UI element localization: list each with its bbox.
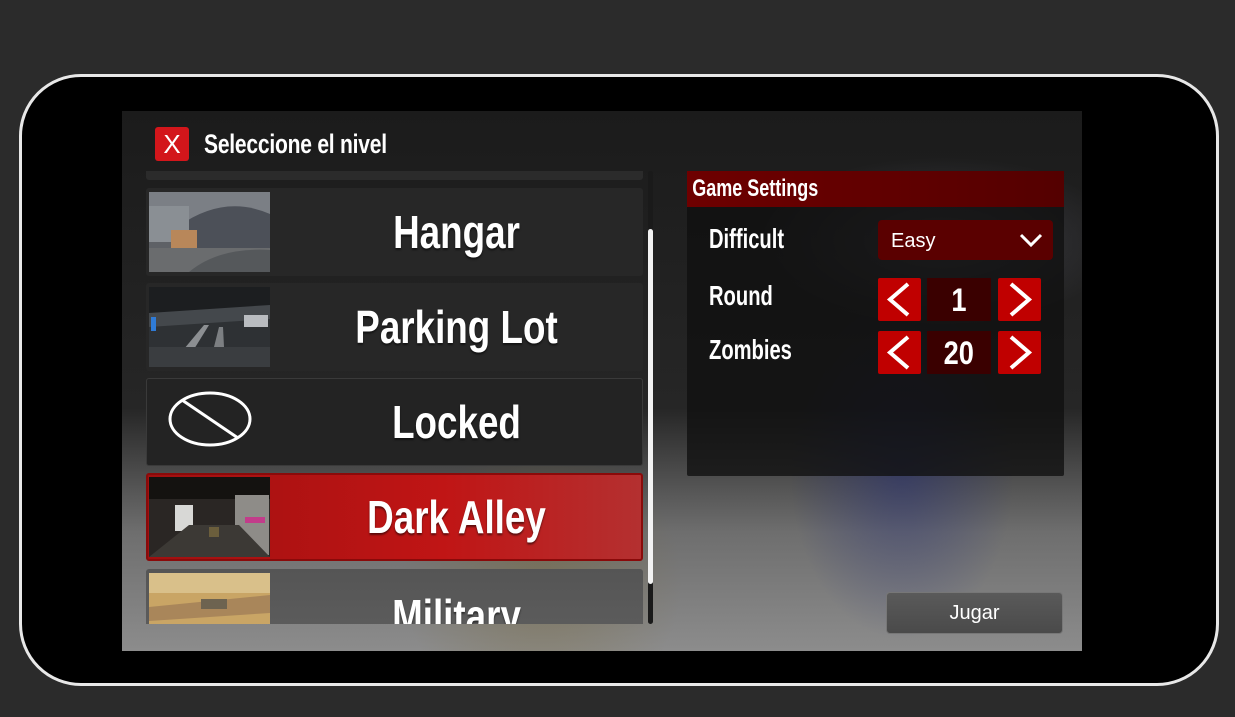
- scrollbar-thumb[interactable]: [648, 229, 653, 584]
- chevron-left-icon: [886, 282, 910, 317]
- level-list[interactable]: Hangar Parking Lot Locked Dark Alley Mil…: [146, 171, 643, 624]
- round-value: 1: [927, 278, 991, 321]
- level-name: Parking Lot: [355, 301, 558, 353]
- title-bar: X Seleccione el nivel: [155, 126, 438, 162]
- chevron-down-icon: [1019, 233, 1043, 248]
- difficulty-dropdown[interactable]: Easy: [878, 220, 1053, 260]
- chevron-right-icon: [1009, 335, 1033, 370]
- parking-lot-thumbnail: [149, 287, 270, 367]
- level-card-military[interactable]: Military: [146, 569, 643, 624]
- level-name: Dark Alley: [367, 491, 546, 543]
- settings-header: Game Settings: [687, 171, 1064, 207]
- zombies-value: 20: [927, 331, 991, 374]
- level-list-scrollbar[interactable]: [648, 171, 653, 624]
- military-thumbnail: [149, 573, 270, 624]
- level-card-partial[interactable]: [146, 171, 643, 180]
- round-increase-button[interactable]: [998, 278, 1041, 321]
- dark-alley-thumbnail: [149, 477, 270, 557]
- game-screen: X Seleccione el nivel Hangar Parking Lot…: [122, 111, 1082, 651]
- chevron-left-icon: [886, 335, 910, 370]
- play-button[interactable]: Jugar: [886, 592, 1063, 634]
- page-title: Seleccione el nivel: [204, 128, 387, 159]
- round-label: Round: [709, 280, 773, 311]
- level-name: Locked: [392, 396, 521, 448]
- level-card-hangar[interactable]: Hangar: [146, 188, 643, 276]
- hangar-thumbnail: [149, 192, 270, 272]
- chevron-right-icon: [1009, 282, 1033, 317]
- level-card-parking-lot[interactable]: Parking Lot: [146, 283, 643, 371]
- difficulty-label: Difficult: [709, 223, 785, 254]
- level-card-dark-alley[interactable]: Dark Alley: [146, 473, 643, 561]
- locked-icon: [150, 383, 271, 463]
- close-button[interactable]: X: [155, 127, 189, 161]
- level-name: Hangar: [393, 206, 520, 258]
- level-name: Military: [392, 590, 521, 624]
- zombies-label: Zombies: [709, 334, 792, 365]
- zombies-increase-button[interactable]: [998, 331, 1041, 374]
- difficulty-value: Easy: [891, 230, 936, 252]
- round-decrease-button[interactable]: [878, 278, 921, 321]
- zombies-decrease-button[interactable]: [878, 331, 921, 374]
- game-settings-panel: Game Settings Difficult Easy Round 1 Zom…: [687, 171, 1064, 476]
- level-card-locked[interactable]: Locked: [146, 378, 643, 466]
